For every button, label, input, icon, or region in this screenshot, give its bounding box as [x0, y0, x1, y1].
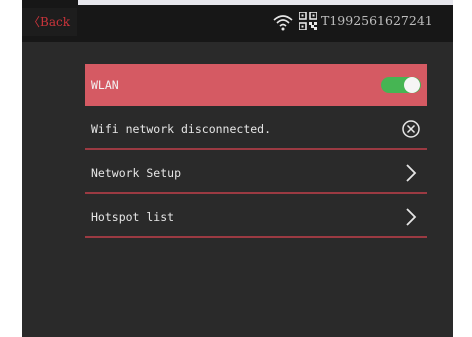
device-serial-number: T1992561627241 — [321, 13, 433, 28]
status-bar: 〈Back T1992561627241 — [22, 0, 453, 42]
network-setup-row[interactable]: Network Setup — [85, 152, 427, 194]
hotspot-list-label: Hotspot list — [91, 210, 175, 224]
status-bar-highlight — [78, 0, 453, 5]
wifi-status-row[interactable]: Wifi network disconnected. — [85, 108, 427, 150]
chevron-right-icon — [406, 208, 417, 226]
hotspot-list-row[interactable]: Hotspot list — [85, 196, 427, 238]
device-screen: 〈Back T1992561627241 WLAN Wifi network d… — [22, 0, 453, 337]
toggle-knob — [404, 77, 420, 93]
wlan-label: WLAN — [91, 78, 119, 92]
wlan-row[interactable]: WLAN — [85, 64, 427, 106]
wifi-status-label: Wifi network disconnected. — [91, 122, 272, 136]
back-button[interactable]: 〈Back — [22, 8, 77, 36]
qr-code-icon[interactable] — [299, 12, 317, 30]
close-circle-icon[interactable] — [401, 119, 421, 139]
network-setup-label: Network Setup — [91, 166, 182, 180]
wlan-toggle[interactable] — [381, 77, 421, 93]
wifi-icon — [273, 15, 293, 31]
chevron-right-icon — [406, 164, 417, 182]
